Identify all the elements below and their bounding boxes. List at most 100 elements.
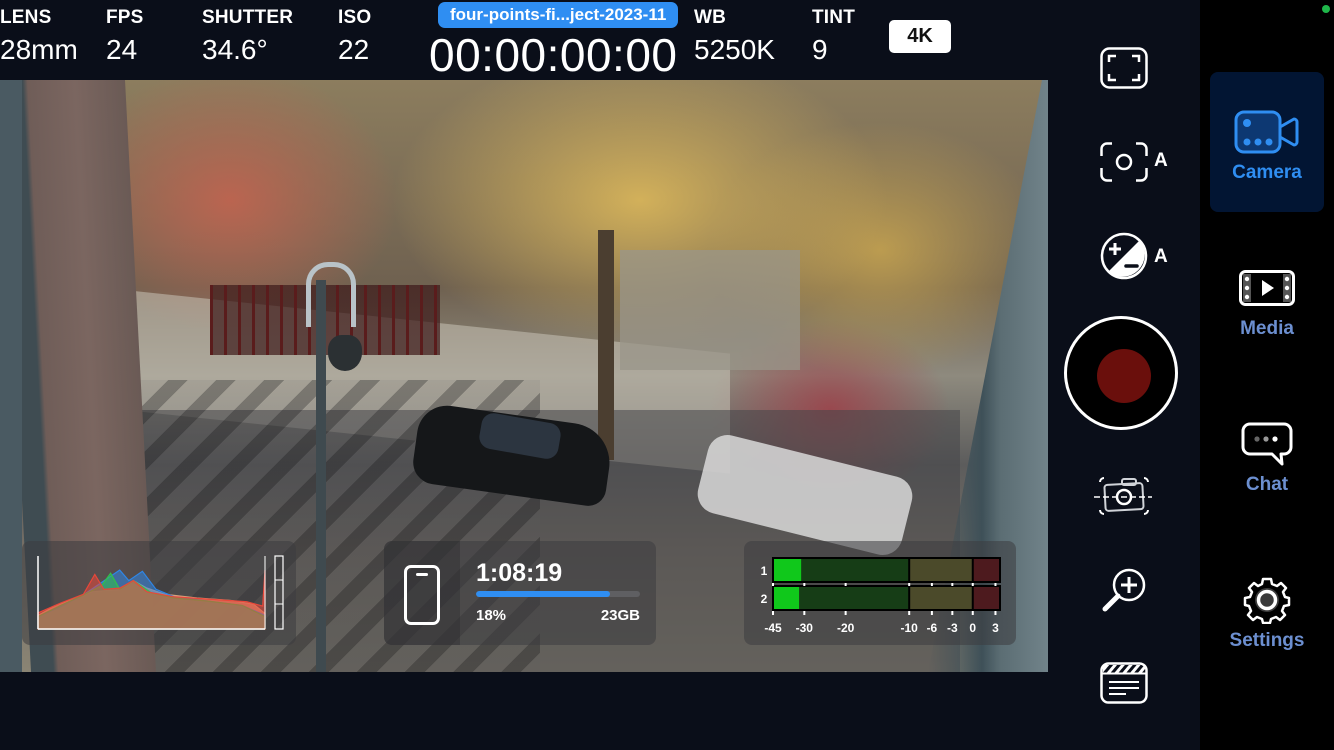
gear-icon <box>1243 577 1291 624</box>
scene-lamp-globe <box>328 335 362 371</box>
meter-tick <box>994 583 997 586</box>
nav-item-media[interactable]: Media <box>1210 228 1324 368</box>
meter-tick <box>930 583 933 586</box>
meter-tick <box>971 611 974 615</box>
meter-tick <box>908 611 911 615</box>
shutter-label: SHUTTER <box>202 7 294 28</box>
fps-stat[interactable]: FPS 24 <box>106 6 144 68</box>
tint-stat[interactable]: TINT 9 <box>812 6 855 68</box>
shutter-value: 34.6° <box>202 34 268 65</box>
meter-scale-label: -20 <box>837 621 855 635</box>
iso-label: ISO <box>338 7 372 28</box>
clip-name-badge[interactable]: four-points-fi...ject-2023-11 <box>438 2 679 28</box>
storage-icon-zone <box>384 541 460 645</box>
iso-stat[interactable]: ISO 22 <box>338 6 371 68</box>
meter-tick <box>803 611 806 615</box>
meter-scale-label: -3 <box>947 621 958 635</box>
scene-lamp-head <box>306 262 356 327</box>
lens-label: LENS <box>0 7 52 28</box>
exposure-button[interactable]: A <box>1100 232 1168 280</box>
exposure-comp-icon <box>1100 232 1148 280</box>
white-balance-stat[interactable]: WB 5250K <box>694 6 775 68</box>
clipping-indicator <box>274 555 284 630</box>
nav-sidebar: Camera Media Chat Settings <box>1200 0 1334 750</box>
meter-tick <box>844 611 847 615</box>
meter-tick <box>772 611 774 615</box>
meter-tick <box>951 583 954 586</box>
storage-percent: 18% <box>476 607 507 624</box>
shutter-stat[interactable]: SHUTTER 34.6° <box>202 6 293 68</box>
media-film-icon <box>1239 270 1295 306</box>
meter-tick <box>844 583 847 586</box>
lens-stat[interactable]: LENS 28mm <box>0 6 78 68</box>
fps-value: 24 <box>106 34 138 65</box>
chat-bubble-icon <box>1241 422 1293 466</box>
lens-value: 28mm <box>0 34 78 65</box>
record-time-panel[interactable]: 1:08:19 18% 23GB <box>384 541 656 645</box>
fps-label: FPS <box>106 7 144 28</box>
nav-label-chat: Chat <box>1245 474 1289 495</box>
meter-yellow-zone <box>910 559 972 581</box>
meter-channel-label: 1 <box>761 564 768 578</box>
histogram-red-channel <box>37 570 266 630</box>
record-button[interactable] <box>1064 316 1178 430</box>
meter-scale-label: 3 <box>992 621 999 635</box>
meter-tick <box>908 583 911 586</box>
exposure-mode: A <box>1154 246 1168 267</box>
meter-red-zone <box>973 559 999 581</box>
frame-guides-icon <box>1100 47 1148 89</box>
storage-progress-bar <box>476 591 640 597</box>
video-camera-icon <box>1234 110 1299 154</box>
nav-label-settings: Settings <box>1229 630 1305 651</box>
meter-tick <box>930 611 933 615</box>
clapperboard-icon <box>1100 662 1148 704</box>
meter-scale-label: -45 <box>764 621 782 635</box>
record-icon <box>1097 349 1151 403</box>
storage-capacity: 23GB <box>600 607 640 624</box>
wb-label: WB <box>694 7 727 28</box>
scene-tree-trunk <box>598 230 614 460</box>
slate-button[interactable] <box>1100 662 1148 704</box>
scene-building <box>620 250 800 370</box>
wb-value: 5250K <box>694 34 775 65</box>
storage-progress-fill <box>476 591 611 597</box>
auto-focus-button[interactable]: A <box>1100 142 1168 182</box>
nav-label-media: Media <box>1240 318 1294 339</box>
phone-storage-icon <box>404 565 440 625</box>
meter-tick <box>994 611 997 615</box>
tint-value: 9 <box>812 34 828 65</box>
camera-controls: A A <box>1048 0 1200 750</box>
nav-item-chat[interactable]: Chat <box>1210 384 1324 524</box>
histogram-chart <box>37 555 284 630</box>
resolution-badge[interactable]: 4K <box>889 20 951 53</box>
audio-meter: 12-45 -30 -20 -10 -6 -3 0 3 <box>761 557 1001 635</box>
zoom-button[interactable] <box>1100 566 1150 616</box>
meter-red-zone <box>973 587 999 609</box>
tint-label: TINT <box>812 7 856 28</box>
frame-guides-button[interactable] <box>1100 47 1148 89</box>
meter-tick <box>951 611 954 615</box>
photo-capture-icon <box>1094 477 1152 515</box>
meter-channel-label: 2 <box>761 592 768 606</box>
nav-item-settings[interactable]: Settings <box>1210 540 1324 680</box>
timecode: 00:00:00:00 <box>429 29 678 81</box>
audio-meter-panel[interactable]: 1 2 -45 -30 -20 -10 -6 -3 0 3 <box>744 541 1016 645</box>
connection-status-dot <box>1322 5 1330 13</box>
remaining-record-time: 1:08:19 <box>476 559 563 587</box>
meter-level-channel-1 <box>774 559 802 581</box>
meter-tick <box>803 583 806 586</box>
meter-level-channel-2 <box>774 587 800 609</box>
nav-label-camera: Camera <box>1232 162 1302 183</box>
scene-lamp-post <box>316 280 326 672</box>
meter-scale-label: -30 <box>796 621 814 635</box>
iso-value: 22 <box>338 34 370 65</box>
meter-scale-label: -6 <box>927 621 938 635</box>
scene-window-frame-left <box>0 80 22 672</box>
nav-item-camera[interactable]: Camera <box>1210 72 1324 212</box>
photo-capture-button[interactable] <box>1092 472 1156 520</box>
meter-tick <box>772 583 774 586</box>
camera-status-bar: LENS 28mm FPS 24 SHUTTER 34.6° ISO 22 fo… <box>0 0 1048 81</box>
meter-scale-label: 0 <box>969 621 976 635</box>
histogram-panel[interactable] <box>22 541 296 645</box>
meter-scale-label: -10 <box>901 621 919 635</box>
